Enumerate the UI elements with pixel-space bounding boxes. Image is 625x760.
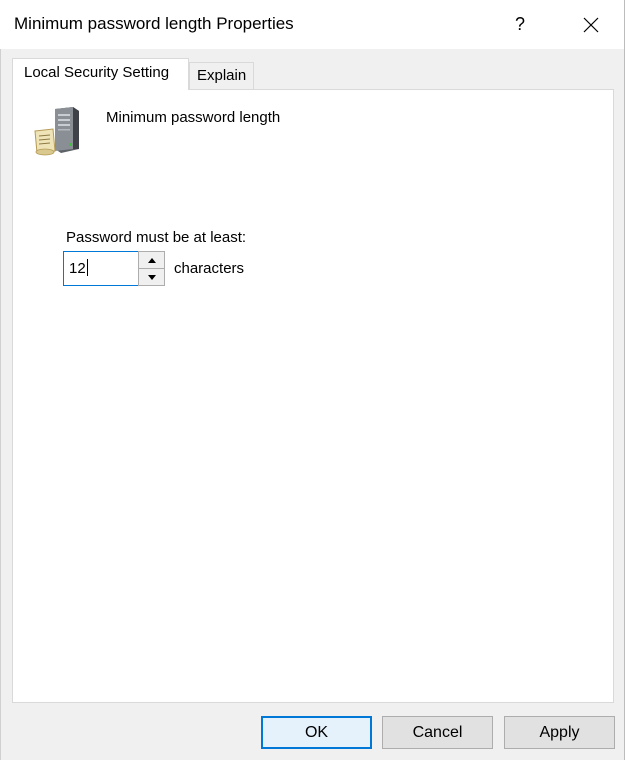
title-bar[interactable]: Minimum password length Properties ?: [0, 0, 625, 49]
min-length-value: 12: [69, 260, 86, 277]
help-button[interactable]: ?: [497, 0, 543, 49]
min-length-input[interactable]: 12: [63, 251, 139, 286]
min-length-stepper[interactable]: [138, 251, 165, 286]
arrow-up-icon: [147, 257, 156, 263]
tab-explain[interactable]: Explain: [189, 62, 254, 89]
window-title: Minimum password length Properties: [14, 14, 294, 33]
close-icon: [583, 17, 599, 32]
apply-button[interactable]: Apply: [504, 716, 615, 749]
text-caret: [86, 259, 88, 276]
arrow-down-icon: [147, 274, 156, 280]
server-policy-icon: [33, 105, 83, 157]
close-button[interactable]: [567, 0, 615, 49]
window-left-border: [0, 49, 1, 760]
help-icon: ?: [514, 14, 525, 34]
policy-name: Minimum password length: [106, 109, 281, 126]
stepper-down-button[interactable]: [139, 269, 164, 285]
stepper-up-button[interactable]: [139, 252, 164, 269]
tab-local-security-setting[interactable]: Local Security Setting: [12, 58, 189, 90]
min-length-label: Password must be at least:: [66, 229, 247, 246]
tab-panel: Minimum password length Password must be…: [12, 89, 614, 703]
ok-button[interactable]: OK: [261, 716, 372, 749]
units-label: characters: [174, 260, 245, 277]
cancel-button[interactable]: Cancel: [382, 716, 493, 749]
